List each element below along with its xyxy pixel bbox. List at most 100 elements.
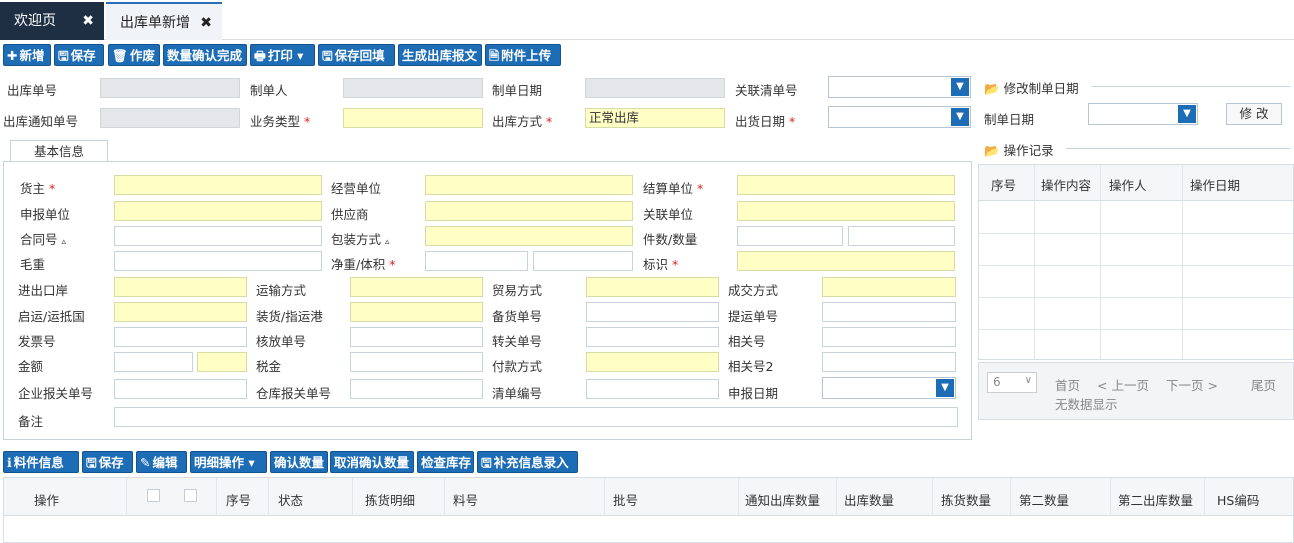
generate-message-button[interactable]: 生成出库报文 (398, 44, 482, 66)
column-header[interactable]: 操作日期 (1190, 175, 1240, 194)
chevron-down-icon[interactable]: ▼ (951, 78, 969, 96)
right-create-date-select[interactable]: ▼ (1088, 103, 1198, 125)
creator-field[interactable] (343, 78, 483, 98)
release-no-field[interactable] (350, 327, 483, 347)
supplement-info-button[interactable]: 🖫 补充信息录入 (477, 451, 578, 473)
print-button[interactable]: 🖶 打印 ▾ (250, 44, 315, 66)
outbound-method-field[interactable]: 正常出库 (585, 108, 725, 128)
volume-field[interactable] (533, 251, 633, 271)
column-header[interactable]: 操作 (34, 490, 59, 509)
column-header[interactable]: 通知出库数量 (745, 490, 820, 509)
select-all-checkbox[interactable] (147, 489, 160, 502)
packaging-field[interactable] (425, 226, 633, 246)
related-no2-field[interactable] (822, 352, 956, 372)
column-header[interactable]: 批号 (613, 490, 638, 509)
add-button-label: 新增 (19, 48, 45, 63)
net-weight-field[interactable] (425, 251, 528, 271)
chevron-down-icon[interactable]: ▼ (1178, 105, 1196, 123)
column-header[interactable]: 操作内容 (1041, 175, 1091, 194)
column-header[interactable]: 料号 (453, 490, 478, 509)
related-unit-field[interactable] (737, 201, 955, 221)
port-field[interactable] (114, 277, 247, 297)
column-header[interactable]: 第二出库数量 (1118, 490, 1193, 509)
trade-mode-field[interactable] (586, 277, 719, 297)
attachment-upload-button[interactable]: 🗎 附件上传 (485, 44, 561, 66)
invoice-no-field[interactable] (114, 327, 247, 347)
amount-field[interactable] (114, 352, 193, 372)
page-size-select[interactable]: 6 ∨ (987, 372, 1037, 393)
confirm-quantity-button[interactable]: 确认数量 (270, 451, 328, 473)
chevron-down-icon[interactable]: ▼ (936, 379, 954, 397)
column-header[interactable]: 序号 (226, 490, 251, 509)
payment-method-field[interactable] (586, 352, 719, 372)
last-page-link[interactable]: 尾页 (1251, 375, 1276, 394)
stock-no-field[interactable] (586, 302, 719, 322)
tab-basic-info[interactable]: 基本信息 (10, 140, 108, 162)
column-header[interactable]: 拣货明细 (365, 490, 415, 509)
enterprise-declaration-no-field[interactable] (114, 379, 247, 399)
chevron-down-icon[interactable]: ▼ (951, 108, 969, 126)
list-no-field[interactable] (586, 379, 719, 399)
supplier-field[interactable] (425, 201, 633, 221)
deal-mode-field[interactable] (822, 277, 956, 297)
contract-no-field[interactable] (114, 226, 322, 246)
currency-field[interactable] (197, 352, 247, 372)
related-list-no-select[interactable]: ▼ (828, 76, 971, 98)
column-header[interactable]: 序号 (991, 175, 1016, 194)
outbound-no-field[interactable] (100, 78, 240, 98)
operating-unit-field[interactable] (425, 175, 633, 195)
loading-port-field[interactable] (350, 302, 483, 322)
create-date-field[interactable] (585, 78, 725, 98)
confirm-quantity-complete-button[interactable]: 数量确认完成 (163, 44, 247, 66)
column-header[interactable]: 出库数量 (844, 490, 894, 509)
column-header[interactable]: 第二数量 (1019, 490, 1069, 509)
check-inventory-button[interactable]: 检查库存 (417, 451, 474, 473)
owner-label: 货主 * (20, 178, 55, 197)
tax-field[interactable] (350, 352, 483, 372)
transport-mode-field[interactable] (350, 277, 483, 297)
ship-date-select[interactable]: ▼ (828, 106, 971, 128)
notice-no-field[interactable] (100, 108, 240, 128)
first-page-link[interactable]: 首页 (1055, 375, 1080, 394)
generate-message-label: 生成出库报文 (402, 48, 478, 63)
gross-weight-label: 毛重 (20, 257, 46, 272)
folder-icon: 📂 (984, 81, 1000, 96)
remark-field[interactable] (114, 407, 958, 427)
close-icon[interactable]: ✖ (200, 4, 212, 42)
related-no-field[interactable] (822, 327, 956, 347)
column-header[interactable]: 操作人 (1109, 175, 1147, 194)
column-header[interactable]: 状态 (278, 490, 303, 509)
void-button[interactable]: 🗑 作废 (108, 44, 160, 66)
next-page-link[interactable]: 下一页 > (1166, 375, 1218, 394)
warehouse-declaration-no-field[interactable] (350, 379, 483, 399)
close-icon[interactable]: ✖ (82, 2, 94, 40)
save-button[interactable]: 🖫 保存 (54, 44, 104, 66)
detail-operations-button[interactable]: 明细操作 ▾ (190, 451, 267, 473)
mark-field[interactable] (737, 251, 955, 271)
prev-page-link[interactable]: < 上一页 (1097, 375, 1149, 394)
origin-country-field[interactable] (114, 302, 247, 322)
settlement-unit-field[interactable] (737, 175, 955, 195)
column-header[interactable]: HS编码 (1217, 490, 1259, 509)
tab-outbound-new[interactable]: 出库单新增 ✖ (106, 2, 222, 40)
edit-button[interactable]: ✎ 编辑 (136, 451, 187, 473)
save-backfill-button[interactable]: 🖫 保存回填 (318, 44, 395, 66)
gross-weight-field[interactable] (114, 251, 322, 271)
business-type-field[interactable] (343, 108, 483, 128)
tab-welcome[interactable]: 欢迎页 ✖ (0, 2, 104, 40)
owner-field[interactable] (114, 175, 322, 195)
detail-save-button[interactable]: 🖫 保存 (82, 451, 133, 473)
bill-of-lading-field[interactable] (822, 302, 956, 322)
cancel-confirm-quantity-button[interactable]: 取消确认数量 (330, 451, 414, 473)
quantity-field[interactable] (848, 226, 955, 246)
column-header[interactable]: 拣货数量 (941, 490, 991, 509)
modify-button[interactable]: 修 改 (1226, 103, 1282, 125)
add-button[interactable]: ✚ 新增 (3, 44, 51, 66)
row-checkbox[interactable] (184, 489, 197, 502)
declaring-unit-field[interactable] (114, 201, 322, 221)
declaration-date-select[interactable]: ▼ (822, 377, 956, 399)
pieces-field[interactable] (737, 226, 843, 246)
transfer-no-field[interactable] (586, 327, 719, 347)
warehouse-declaration-no-label: 仓库报关单号 (256, 386, 332, 401)
material-info-button[interactable]: ℹ 料件信息 (3, 451, 79, 473)
